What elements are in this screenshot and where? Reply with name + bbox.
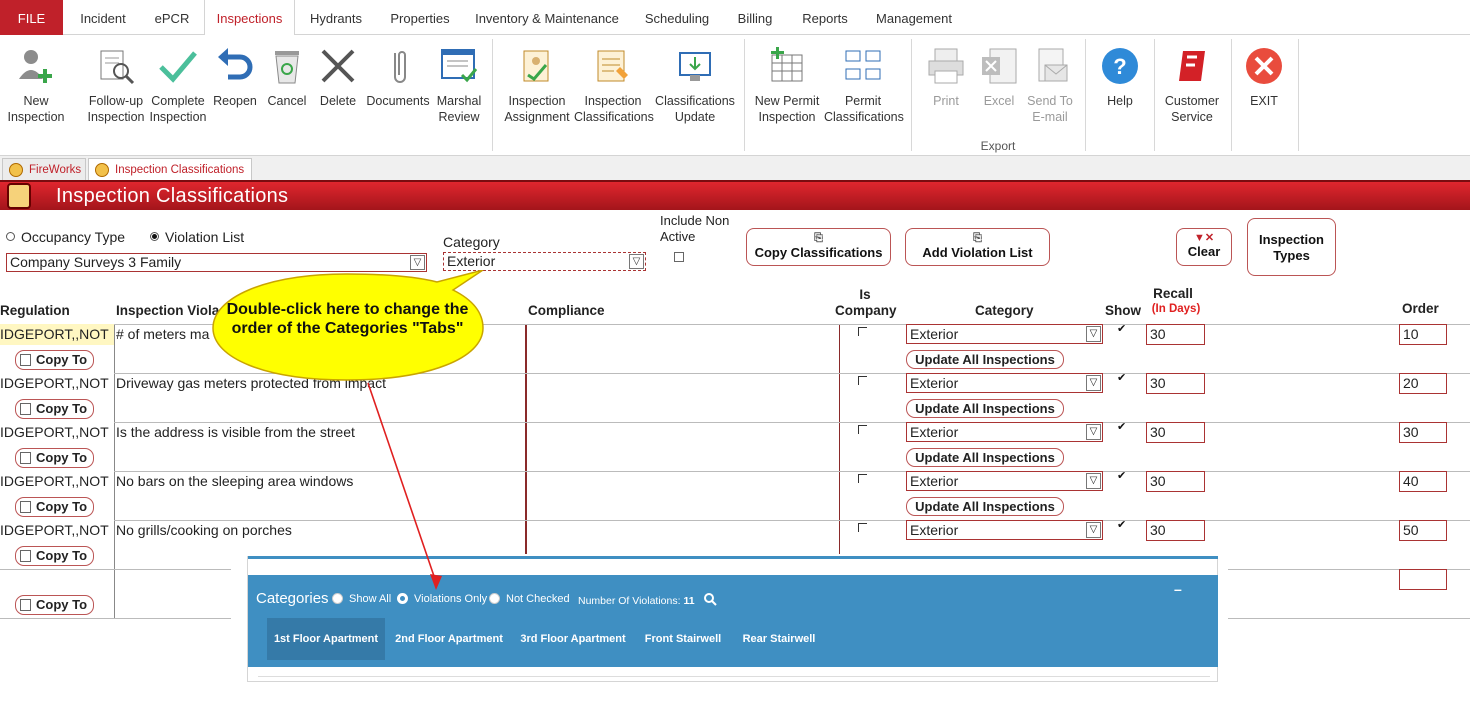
callout-text: Double-click here to change the order of… bbox=[226, 301, 469, 337]
callout-bubble: Double-click here to change the order of… bbox=[205, 270, 490, 382]
